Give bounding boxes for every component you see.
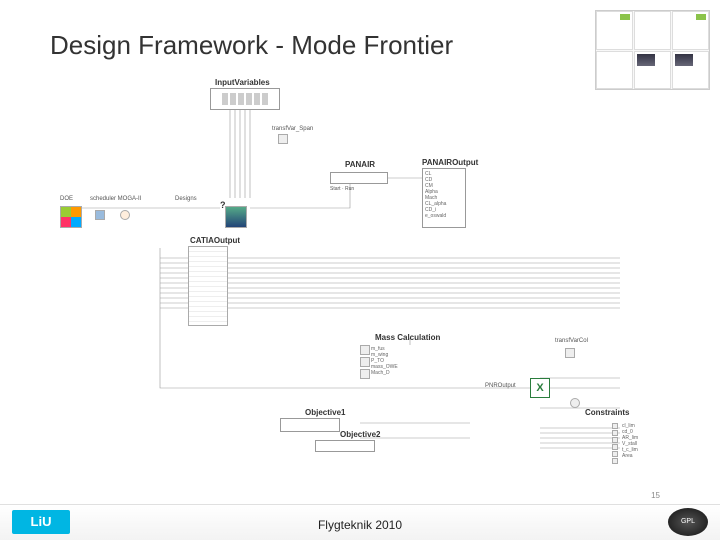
transfer-var-label: transfVar_Span: [272, 126, 313, 132]
workflow-diagram: InputVariables transfVar_Span DOE schedu…: [60, 78, 660, 478]
connection-wires: [60, 78, 660, 478]
transfer-var-node: [278, 134, 288, 144]
thumb-constraints: [672, 11, 709, 50]
mass-node-1: [360, 345, 370, 355]
footer-text: Flygteknik 2010: [318, 518, 402, 532]
input-variables-label: InputVariables: [215, 78, 270, 87]
mass-calc-label: Mass Calculation: [375, 333, 440, 342]
panair-block: [330, 172, 388, 184]
panair-output-block: CL CD CM Alpha Mach CL_alpha CD_i e_oswa…: [422, 168, 466, 228]
thumb-spreadsheet: [596, 11, 633, 50]
slide: Design Framework - Mode Frontier: [0, 0, 720, 540]
constraint-node: [612, 423, 618, 429]
input-variables-block: [210, 88, 280, 110]
scheduler-node-1: [95, 210, 105, 220]
panair-output-label: PANAIROutput: [422, 158, 478, 167]
constraint-node: [612, 437, 618, 443]
objective1-block: [280, 418, 340, 432]
mass-calc-block: m_fus m_wing P_TO mass_OWE Mach_D: [370, 345, 440, 385]
page-number: 15: [651, 491, 660, 500]
liu-logo: LiU: [12, 510, 70, 534]
doe-label: DOE: [60, 196, 73, 202]
pnr-loop-node: [570, 398, 580, 408]
constraint-node: [612, 451, 618, 457]
mass-node-2: [360, 357, 370, 367]
mass-node-3: [360, 369, 370, 379]
thumb-aero: [672, 51, 709, 90]
pnr-output-label: PNROutput: [485, 383, 516, 389]
footer: LiU Flygteknik 2010 GPL: [0, 504, 720, 540]
transfvarcol-node: [565, 348, 575, 358]
slide-title: Design Framework - Mode Frontier: [50, 30, 453, 61]
catia-icon: [225, 206, 247, 228]
thumb-objectives: [634, 11, 671, 50]
doe-icon: [60, 206, 82, 228]
designs-label: Designs: [175, 196, 197, 202]
panair-label: PANAIR: [345, 160, 375, 169]
objective1-label: Objective1: [305, 408, 345, 417]
constraint-node: [612, 430, 618, 436]
objective2-label: Objective2: [340, 430, 380, 439]
transfvarcol-label: transfVarCol: [555, 338, 588, 344]
constraint-node: [612, 458, 618, 464]
catia-output-block: [188, 246, 228, 326]
scheduler-label: scheduler MOGA-II: [90, 196, 141, 202]
constraints-label: Constraints: [585, 408, 629, 417]
gpl-logo: GPL: [668, 508, 708, 536]
panair-run: Start · Run: [330, 186, 354, 192]
scheduler-node-2: [120, 210, 130, 220]
catia-output-label: CATIAOutput: [190, 236, 240, 245]
objective2-block: [315, 440, 375, 452]
excel-icon: X: [530, 378, 550, 398]
constraint-node: [612, 444, 618, 450]
